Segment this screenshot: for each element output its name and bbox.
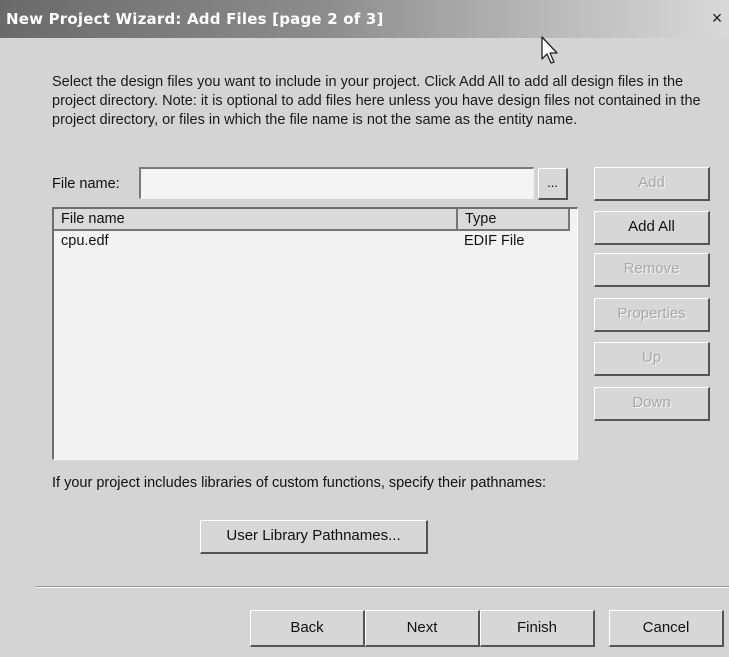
close-icon[interactable]: ×: [707, 8, 727, 28]
mouse-cursor-icon: [541, 36, 558, 64]
file-name-input[interactable]: [139, 167, 534, 199]
browse-button[interactable]: ...: [538, 168, 568, 200]
properties-button[interactable]: Properties: [594, 298, 710, 332]
back-button[interactable]: Back: [250, 610, 365, 647]
table-row[interactable]: cpu.edf EDIF File: [54, 231, 577, 253]
file-name-cell: cpu.edf: [61, 233, 109, 249]
finish-button[interactable]: Finish: [480, 610, 595, 647]
instructions-text: Select the design files you want to incl…: [52, 74, 701, 128]
title-bar: New Project Wizard: Add Files [page 2 of…: [0, 0, 729, 38]
remove-button[interactable]: Remove: [594, 253, 710, 287]
library-instructions: If your project includes libraries of cu…: [52, 475, 547, 491]
cancel-button[interactable]: Cancel: [609, 610, 724, 647]
column-header-type[interactable]: Type: [458, 209, 570, 231]
file-list-header: File name Type: [54, 209, 577, 231]
column-header-file-name[interactable]: File name: [54, 209, 458, 231]
file-name-label: File name:: [52, 176, 120, 192]
file-list[interactable]: File name Type cpu.edf EDIF File: [52, 207, 578, 460]
next-button[interactable]: Next: [365, 610, 480, 647]
down-button[interactable]: Down: [594, 387, 710, 421]
user-library-pathnames-button[interactable]: User Library Pathnames...: [200, 520, 428, 554]
add-all-button[interactable]: Add All: [594, 211, 710, 245]
file-type-cell: EDIF File: [464, 233, 525, 249]
divider: [36, 586, 729, 588]
up-button[interactable]: Up: [594, 342, 710, 376]
window-title: New Project Wizard: Add Files [page 2 of…: [6, 10, 384, 28]
add-button[interactable]: Add: [594, 167, 710, 201]
